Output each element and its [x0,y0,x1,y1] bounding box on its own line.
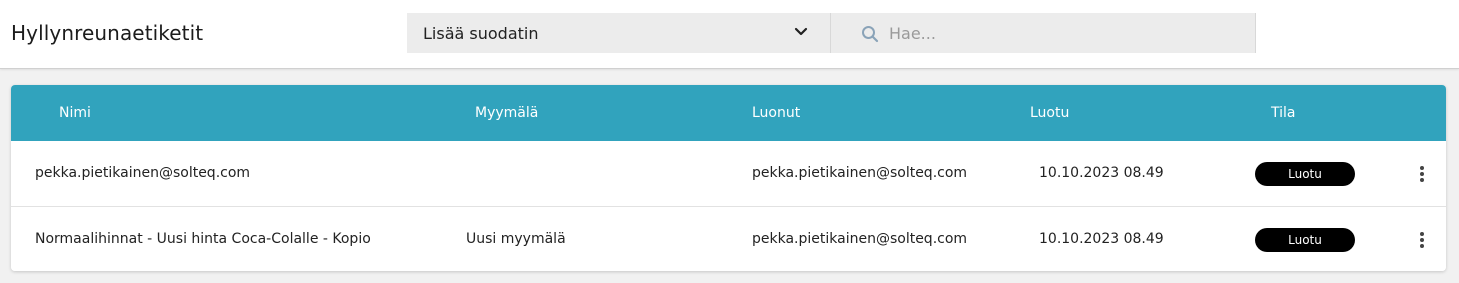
column-header-store[interactable]: Myymälä [475,105,538,121]
row-created-at: 10.10.2023 08.49 [1039,165,1164,181]
add-filter-label: Lisää suodatin [423,23,539,43]
top-bar: Hyllynreunaetiketit Lisää suodatin [0,0,1459,69]
table-header: Nimi Myymälä Luonut Luotu Tila [11,85,1446,141]
table-row[interactable]: Normaalihinnat - Uusi hinta Coca-Colalle… [11,206,1446,271]
row-name: pekka.pietikainen@solteq.com [35,165,251,181]
column-header-created-by[interactable]: Luonut [752,105,800,121]
more-vertical-icon[interactable] [1415,164,1429,184]
status-badge: Luotu [1255,228,1355,252]
more-vertical-icon[interactable] [1415,230,1429,250]
column-header-name[interactable]: Nimi [59,105,91,121]
search-input[interactable] [889,19,1239,47]
labels-table: Nimi Myymälä Luonut Luotu Tila pekka.pie… [11,85,1446,271]
search-icon [862,26,879,43]
chevron-down-icon [794,27,808,36]
status-badge: Luotu [1255,162,1355,186]
row-name: Normaalihinnat - Uusi hinta Coca-Colalle… [35,231,371,247]
row-created-at: 10.10.2023 08.49 [1039,231,1164,247]
row-created-by: pekka.pietikainen@solteq.com [752,165,968,181]
page-title: Hyllynreunaetiketit [11,21,204,45]
column-header-created-at[interactable]: Luotu [1030,105,1069,121]
table-row[interactable]: pekka.pietikainen@solteq.com pekka.pieti… [11,141,1446,206]
search-box [831,13,1256,53]
row-created-by: pekka.pietikainen@solteq.com [752,231,968,247]
add-filter-dropdown[interactable]: Lisää suodatin [407,13,831,53]
column-header-status[interactable]: Tila [1271,105,1295,121]
row-store: Uusi myymälä [466,231,566,247]
